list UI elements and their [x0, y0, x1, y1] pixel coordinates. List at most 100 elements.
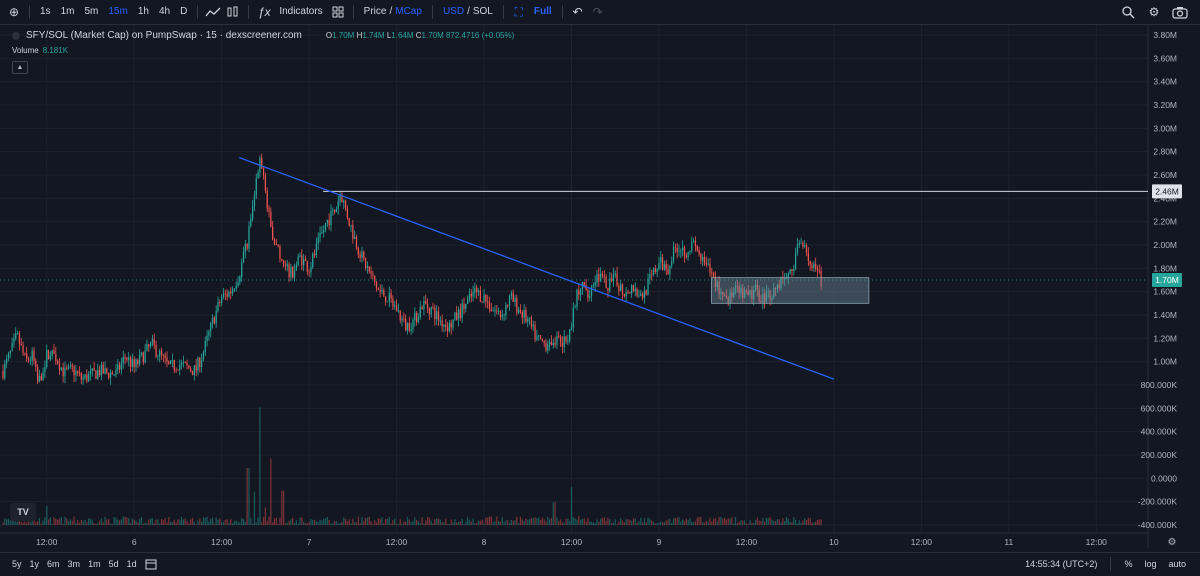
candle-down [24, 352, 26, 354]
volume-bar-up [343, 517, 345, 525]
range-1d[interactable]: 1d [123, 554, 141, 574]
candle-up [794, 252, 797, 270]
candle-up [169, 360, 172, 364]
volume-bar-down [698, 516, 700, 525]
range-6m[interactable]: 6m [43, 554, 64, 574]
candle-down [27, 358, 30, 361]
candle-down [485, 294, 487, 302]
interval-1s[interactable]: 1s [35, 2, 56, 22]
volume-bar-down [53, 517, 55, 525]
auto-toggle[interactable]: auto [1164, 554, 1190, 574]
volume-bar-up [323, 518, 325, 525]
interval-D[interactable]: D [175, 2, 192, 22]
volume-bar-up [139, 518, 141, 525]
candles-icon[interactable] [223, 2, 243, 22]
volume-bar-up [784, 521, 786, 525]
tradingview-logo[interactable]: TV [10, 503, 36, 521]
candle-down [698, 250, 700, 254]
zoom-search-icon[interactable] [1118, 2, 1138, 22]
collapse-legend-button[interactable]: ▲ [12, 61, 28, 74]
symbol-title[interactable]: SFY/SOL (Market Cap) on PumpSwap · 15 · … [26, 30, 302, 41]
candle-down [66, 367, 68, 369]
candle-down [266, 190, 268, 209]
date-range-icon[interactable] [141, 554, 161, 574]
gear-icon[interactable]: ⚙ [1144, 2, 1164, 22]
range-5y[interactable]: 5y [8, 554, 26, 574]
volume-bar-down [530, 517, 533, 525]
interval-1m[interactable]: 1m [56, 2, 80, 22]
x-tick-label: 12:00 [911, 537, 933, 547]
candle-up [454, 312, 456, 320]
candle-down [111, 372, 113, 375]
usd-label[interactable]: USD [438, 2, 466, 22]
volume-bar-up [640, 517, 642, 525]
volume-bar-up [492, 522, 494, 525]
candle-up [682, 247, 684, 251]
indicators-button[interactable]: ƒx Indicators [254, 0, 327, 24]
range-1y[interactable]: 1y [26, 554, 44, 574]
candle-up [231, 288, 234, 294]
candle-down [35, 360, 37, 367]
chart-type-icon[interactable] [203, 2, 223, 22]
add-symbol-icon[interactable]: ⊕ [4, 2, 24, 22]
percent-toggle[interactable]: % [1120, 554, 1136, 574]
volume-bar-up [326, 517, 328, 525]
range-5d[interactable]: 5d [105, 554, 123, 574]
candle-down [559, 336, 562, 343]
currency-toggle[interactable]: USD / SOL [438, 0, 498, 24]
interval-4h[interactable]: 4h [154, 2, 175, 22]
full-toggle[interactable]: ⛶ Full [509, 0, 557, 24]
x-tick-label: 12:00 [386, 537, 408, 547]
candle-up [222, 293, 225, 298]
candle-up [410, 329, 412, 331]
mcap-label[interactable]: MCap [393, 2, 427, 22]
volume-bar-up [682, 519, 684, 525]
volume-bar-down [512, 520, 514, 525]
x-tick-label: 12:00 [211, 537, 233, 547]
timeframe-group: 5y 1y 6m 3m 1m 5d 1d [0, 552, 141, 576]
candle-down [426, 303, 429, 309]
y-tick-label: -200.000K [1138, 497, 1178, 507]
candle-down [379, 289, 381, 292]
volume-bar-down [282, 490, 285, 525]
volume-bar-up [149, 518, 152, 525]
candle-down [476, 287, 478, 293]
axis-settings-icon[interactable]: ⚙ [1168, 537, 1177, 548]
range-3m[interactable]: 3m [64, 554, 85, 574]
volume-bar-up [131, 518, 134, 525]
volume-bar-down [364, 518, 367, 525]
volume-bar-up [361, 516, 363, 525]
candle-down [809, 260, 811, 265]
candle-up [640, 293, 642, 296]
candle-down [368, 266, 370, 272]
sol-label[interactable]: SOL [471, 2, 498, 22]
interval-1h[interactable]: 1h [133, 2, 154, 22]
candle-down [20, 344, 22, 346]
volume-bar-down [428, 517, 431, 525]
volume-bar-down [674, 518, 676, 525]
price-label[interactable]: Price [359, 2, 389, 22]
clock-readout[interactable]: 14:55:34 (UTC+2) [1021, 554, 1101, 574]
x-tick-label: 12:00 [1086, 537, 1108, 547]
price-mcap-toggle[interactable]: Price / MCap [359, 0, 427, 24]
volume-bar-down [525, 518, 527, 525]
camera-icon[interactable] [1170, 2, 1190, 22]
volume-bar-up [228, 523, 230, 525]
price-chart[interactable]: 3.80M3.60M3.40M3.20M3.00M2.80M2.60M2.40M… [0, 25, 1200, 548]
candle-up [649, 274, 651, 279]
candle-up [423, 300, 425, 310]
log-toggle[interactable]: log [1140, 554, 1160, 574]
volume-bar-down [534, 517, 536, 525]
interval-15m[interactable]: 15m [103, 2, 132, 22]
redo-icon[interactable]: ↷ [588, 2, 608, 22]
volume-bar-down [654, 523, 656, 525]
undo-icon[interactable]: ↶ [568, 2, 588, 22]
volume-bar-up [410, 522, 412, 525]
volume-bar-up [330, 523, 332, 525]
candle-down [292, 266, 294, 278]
layouts-icon[interactable] [328, 2, 348, 22]
candle-up [457, 309, 460, 320]
range-1m[interactable]: 1m [84, 554, 105, 574]
interval-5m[interactable]: 5m [79, 2, 103, 22]
volume-bar-down [601, 518, 604, 525]
